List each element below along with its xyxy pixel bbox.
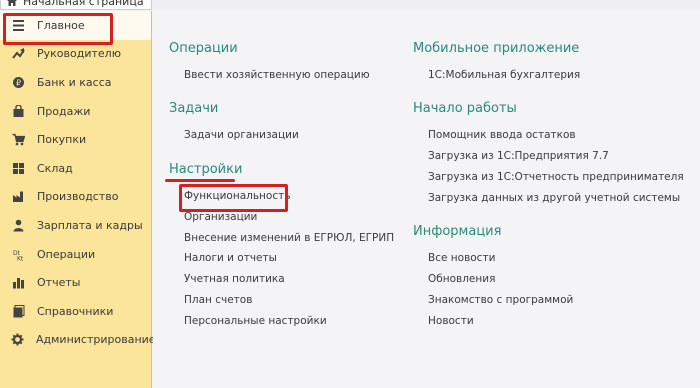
tab-home[interactable]: Начальная страница [0, 0, 152, 10]
sidebar-item-reports[interactable]: Отчеты [0, 268, 151, 297]
settings-underline [165, 179, 235, 182]
link-load-entrepreneur[interactable]: Загрузка из 1С:Отчетность предпринимател… [428, 171, 684, 183]
factory-icon [11, 190, 25, 204]
svg-text:₽: ₽ [15, 78, 20, 87]
sidebar-item-label: Покупки [37, 133, 87, 147]
trend-up-icon [11, 47, 25, 61]
sidebar-item-label: Банк и касса [37, 75, 112, 89]
person-icon [11, 218, 25, 232]
sidebar-item-label: Склад [37, 161, 73, 175]
link-chart-of-accounts[interactable]: План счетов [184, 294, 252, 306]
section-title-settings: Настройки [169, 162, 243, 177]
home-icon [7, 0, 17, 6]
section-title-mobile: Мобильное приложение [413, 41, 580, 56]
svg-text:Kt: Kt [17, 255, 24, 261]
link-load-77[interactable]: Загрузка из 1С:Предприятия 7.7 [428, 150, 609, 162]
sidebar-item-label: Операции [37, 247, 96, 261]
chart-bars-icon [11, 276, 25, 290]
sidebar-item-label: Производство [37, 190, 119, 204]
link-mobile-accounting[interactable]: 1С:Мобильная бухгалтерия [428, 69, 580, 81]
section-title-start: Начало работы [413, 101, 517, 116]
sidebar-item-production[interactable]: Производство [0, 183, 151, 212]
sidebar-item-label: Зарплата и кадры [37, 218, 143, 232]
link-functionality[interactable]: Функциональность [184, 190, 290, 202]
link-org-tasks[interactable]: Задачи организации [184, 129, 299, 141]
link-balance-wizard[interactable]: Помощник ввода остатков [428, 129, 576, 141]
link-personal-settings[interactable]: Персональные настройки [184, 315, 327, 327]
sidebar-item-directories[interactable]: Справочники [0, 297, 151, 326]
sidebar-item-warehouse[interactable]: Склад [0, 154, 151, 183]
sidebar-item-salary[interactable]: Зарплата и кадры [0, 211, 151, 240]
main-panel: Операции Ввести хозяйственную операцию З… [153, 11, 700, 388]
link-taxes-reports[interactable]: Налоги и отчеты [184, 252, 277, 264]
section-title-tasks: Задачи [169, 101, 219, 116]
sidebar: Главное Руководителю ₽ Банк и касса Прод… [0, 11, 156, 388]
sidebar-item-bank[interactable]: ₽ Банк и касса [0, 68, 151, 97]
books-icon [11, 304, 25, 318]
sidebar-item-label: Администрирование [36, 333, 156, 347]
sidebar-item-manager[interactable]: Руководителю [0, 40, 151, 69]
sidebar-item-label: Продажи [37, 104, 91, 118]
link-organizations[interactable]: Организации [184, 211, 257, 223]
sidebar-item-operations[interactable]: Dt Kt Операции [0, 240, 151, 269]
sidebar-item-label: Главное [37, 18, 85, 32]
link-egrul-changes[interactable]: Внесение изменений в ЕГРЮЛ, ЕГРИП [184, 232, 394, 244]
tab-home-label: Начальная страница [23, 0, 144, 8]
link-news[interactable]: Новости [428, 315, 474, 327]
link-getting-started[interactable]: Знакомство с программой [428, 294, 573, 306]
menu-lines-icon [11, 18, 25, 32]
link-load-other-system[interactable]: Загрузка данных из другой учетной систем… [428, 192, 680, 204]
link-all-news[interactable]: Все новости [428, 252, 495, 264]
sidebar-item-label: Справочники [37, 304, 114, 318]
operations-icon: Dt Kt [11, 247, 25, 261]
link-accounting-policy[interactable]: Учетная политика [184, 273, 285, 285]
sidebar-item-sales[interactable]: Продажи [0, 97, 151, 126]
sidebar-item-purchases[interactable]: Покупки [0, 125, 151, 154]
section-title-operations: Операции [169, 41, 238, 56]
gear-icon [11, 333, 24, 347]
sidebar-item-admin[interactable]: Администрирование [0, 326, 156, 355]
tab-strip: Начальная страница [0, 0, 700, 11]
link-enter-operation[interactable]: Ввести хозяйственную операцию [184, 69, 370, 81]
coin-icon: ₽ [11, 75, 25, 89]
cart-icon [11, 133, 25, 147]
sidebar-item-main[interactable]: Главное [0, 11, 151, 40]
warehouse-icon [11, 161, 25, 175]
sidebar-item-label: Отчеты [37, 276, 81, 290]
link-updates[interactable]: Обновления [428, 273, 495, 285]
shopping-bag-icon [11, 104, 25, 118]
sidebar-item-label: Руководителю [37, 47, 121, 61]
section-title-info: Информация [413, 224, 502, 239]
